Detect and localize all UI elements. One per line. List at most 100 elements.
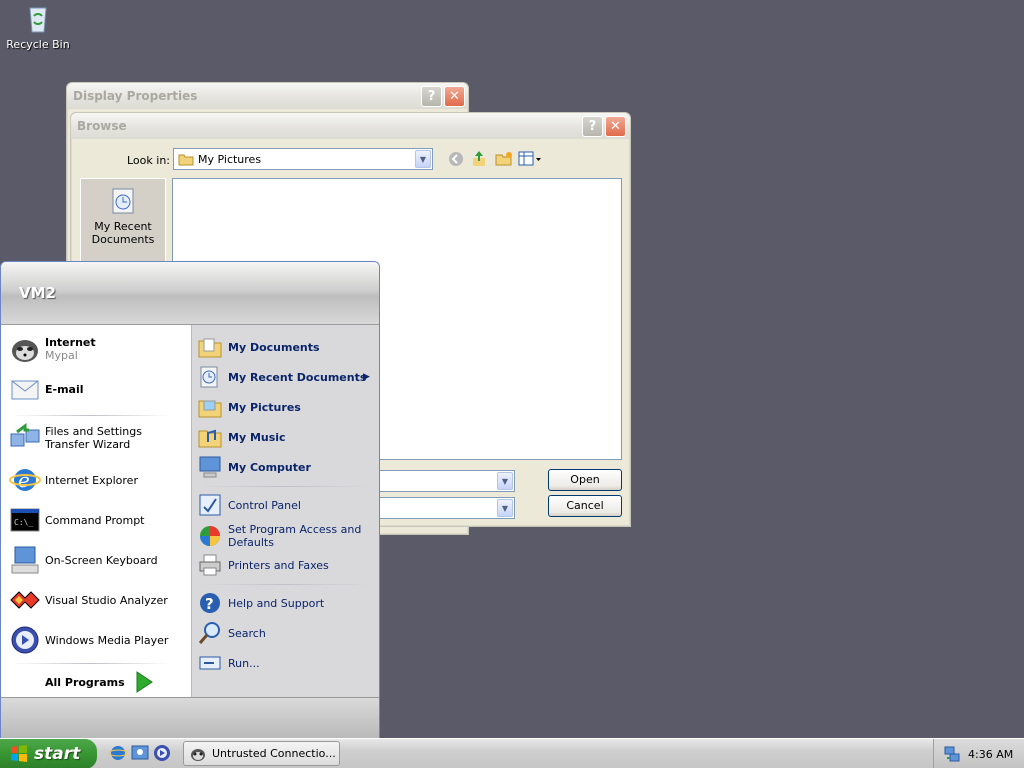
recycle-bin-desktop-icon[interactable]: Recycle Bin (6, 2, 70, 51)
place-label: Run... (228, 656, 260, 670)
pinned-title: E-mail (45, 382, 84, 396)
taskbar: start Untrusted Connectio... 4:36 AM (0, 738, 1024, 768)
place-my-computer[interactable]: My Computer (198, 455, 311, 479)
printer-icon (199, 554, 221, 576)
up-folder-icon[interactable] (471, 150, 487, 171)
pinned-subtitle: Mypal (45, 349, 78, 362)
visual-studio-analyzer-icon (10, 591, 40, 609)
chevron-down-icon[interactable]: ▼ (415, 150, 431, 168)
look-in-dropdown[interactable]: My Pictures ▼ (173, 148, 433, 170)
recent-label: Visual Studio Analyzer (45, 593, 168, 607)
internet-explorer-icon: e (9, 468, 41, 492)
separator (200, 584, 370, 585)
all-programs-label: All Programs (45, 675, 125, 689)
place-label: Control Panel (228, 498, 301, 512)
recent-label: Files and Settings Transfer Wizard (45, 425, 142, 451)
quicklaunch-media-player-icon[interactable] (153, 744, 171, 762)
start-menu-right-pane: My Documents My Recent Documents ▶ My Pi… (191, 325, 379, 697)
run-item[interactable]: Run... (198, 651, 260, 675)
quicklaunch-ie-icon[interactable] (108, 744, 128, 762)
chevron-down-icon[interactable]: ▼ (497, 499, 513, 517)
place-label: My Recent Documents (91, 220, 155, 246)
recent-on-screen-keyboard[interactable]: On-Screen Keyboard (9, 544, 158, 576)
look-in-label: Look in: (127, 154, 170, 167)
program-access-item[interactable]: Set Program Access and Defaults (198, 523, 368, 549)
recent-label: Internet Explorer (45, 473, 138, 487)
search-item[interactable]: Search (198, 621, 266, 645)
place-my-recent-documents[interactable]: My Recent Documents (81, 179, 165, 246)
keyboard-icon (11, 546, 39, 574)
open-button[interactable]: Open (548, 469, 622, 491)
recent-internet-explorer[interactable]: e Internet Explorer (9, 464, 138, 496)
user-name: VM2 (19, 284, 56, 302)
look-in-value: My Pictures (198, 153, 262, 166)
recycle-bin-icon (22, 2, 54, 34)
browse-title: Browse (77, 119, 127, 133)
place-label: My Documents (228, 340, 320, 354)
all-programs-button[interactable]: All Programs (45, 671, 153, 693)
my-music-icon (198, 429, 222, 448)
program-access-icon (200, 526, 220, 546)
browse-titlebar[interactable]: Browse ? ✕ (71, 113, 630, 139)
browse-close-button[interactable]: ✕ (605, 116, 626, 137)
start-menu-header: VM2 (1, 262, 379, 325)
recent-documents-icon (112, 188, 134, 214)
svg-text:?: ? (205, 595, 214, 613)
folder-icon (178, 152, 194, 169)
place-my-recent-documents[interactable]: My Recent Documents ▶ (198, 365, 370, 389)
transfer-wizard-icon (10, 423, 40, 447)
pinned-email[interactable]: E-mail (9, 373, 84, 405)
separator (11, 663, 171, 664)
display-properties-titlebar[interactable]: Display Properties ? ✕ (67, 83, 468, 109)
help-support-item[interactable]: ? Help and Support (198, 591, 324, 615)
start-menu: VM2 Internet Mypal E-mail Files and Setti… (0, 261, 380, 739)
display-properties-close-button[interactable]: ✕ (444, 86, 465, 107)
files-of-type-dropdown[interactable]: ▼ (371, 497, 515, 519)
my-documents-icon (198, 338, 222, 358)
recent-windows-media-player[interactable]: Windows Media Player (9, 624, 168, 656)
place-label: My Recent Documents (228, 370, 367, 384)
windows-logo-icon (11, 745, 27, 762)
display-properties-help-button[interactable]: ? (421, 86, 442, 107)
display-properties-title: Display Properties (73, 89, 198, 103)
taskbar-item-untrusted-connection[interactable]: Untrusted Connectio... (183, 741, 340, 766)
place-my-pictures[interactable]: My Pictures (198, 395, 301, 419)
chevron-down-icon[interactable]: ▼ (497, 472, 513, 490)
recent-command-prompt[interactable]: C:\_ Command Prompt (9, 504, 145, 536)
recent-files-settings-wizard[interactable]: Files and Settings Transfer Wizard (9, 422, 180, 454)
recent-visual-studio-analyzer[interactable]: Visual Studio Analyzer (9, 584, 168, 616)
my-computer-icon (199, 456, 221, 478)
help-icon: ? (200, 593, 220, 613)
place-label: Search (228, 626, 266, 640)
recent-label: On-Screen Keyboard (45, 553, 158, 567)
quicklaunch-desktop-icon[interactable] (131, 744, 149, 762)
browse-help-button[interactable]: ? (582, 116, 603, 137)
command-prompt-icon: C:\_ (10, 508, 40, 532)
new-folder-icon[interactable] (495, 151, 513, 170)
taskbar-item-label: Untrusted Connectio... (212, 747, 336, 760)
place-label: My Computer (228, 460, 311, 474)
place-label: Help and Support (228, 596, 325, 610)
search-icon (198, 622, 220, 644)
back-icon[interactable] (448, 151, 464, 170)
separator (11, 415, 171, 416)
file-name-field[interactable]: ▼ (371, 470, 515, 492)
place-label: Set Program Access and Defaults (228, 523, 362, 549)
printers-faxes-item[interactable]: Printers and Faxes (198, 553, 329, 577)
pinned-internet[interactable]: Internet Mypal (9, 333, 96, 365)
view-menu-icon[interactable] (518, 151, 542, 170)
my-pictures-icon (198, 400, 222, 418)
recycle-bin-label: Recycle Bin (6, 38, 70, 51)
control-panel-item[interactable]: Control Panel (198, 493, 301, 517)
mypal-icon (191, 748, 205, 761)
place-my-music[interactable]: My Music (198, 425, 286, 449)
place-my-documents[interactable]: My Documents (198, 335, 320, 359)
pinned-title: Internet (45, 336, 96, 349)
clock[interactable]: 4:36 AM (968, 748, 1013, 761)
recent-label: Windows Media Player (45, 633, 169, 647)
cancel-button[interactable]: Cancel (548, 495, 622, 517)
start-label: start (34, 744, 81, 764)
place-label: My Music (228, 430, 286, 444)
network-icon[interactable] (944, 746, 960, 762)
start-button[interactable]: start (0, 739, 97, 768)
